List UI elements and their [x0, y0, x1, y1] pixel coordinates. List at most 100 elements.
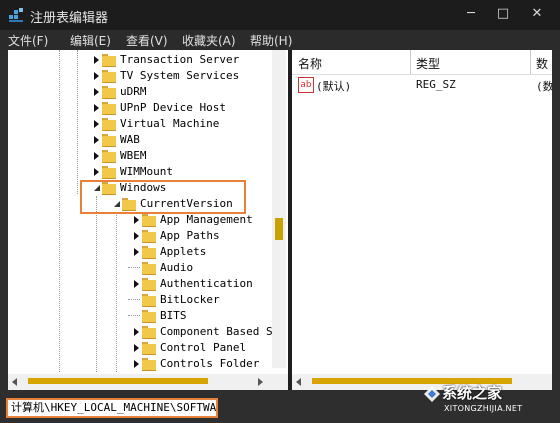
column-header-type[interactable]: 类型	[416, 55, 440, 72]
tree-item-label: WBEM	[120, 149, 147, 162]
tree-item[interactable]: Controls Folder	[8, 356, 288, 372]
tree-item-label: Transaction Server	[120, 53, 240, 66]
menu-edit[interactable]: 编辑(E)	[70, 32, 111, 49]
column-separator[interactable]	[410, 50, 411, 74]
tree-vertical-scrollbar[interactable]	[272, 50, 286, 368]
key-tree-pane[interactable]: Transaction Server TV System Services uDRM…	[8, 50, 288, 390]
tree-item-label: Authentication	[160, 277, 253, 290]
expand-arrow-icon[interactable]	[134, 360, 139, 368]
tree-item[interactable]: TV System Services	[8, 68, 288, 84]
tree-horizontal-scroll-thumb[interactable]	[28, 378, 208, 384]
folder-icon	[102, 102, 116, 115]
tree-item-label: BITS	[160, 309, 187, 322]
folder-icon	[102, 150, 116, 163]
tree-item-label: Audio	[160, 261, 194, 274]
tree-item[interactable]: UPnP Device Host	[8, 100, 288, 116]
folder-icon	[142, 262, 156, 275]
expand-arrow-icon[interactable]	[94, 104, 99, 112]
expand-arrow-icon[interactable]	[134, 232, 139, 240]
title-bar: 注册表编辑器 ─ □ ✕	[0, 0, 560, 30]
menu-bar: 文件(F) 编辑(E) 查看(V) 收藏夹(A) 帮助(H)	[0, 30, 560, 50]
tree-item[interactable]: BitLocker	[8, 292, 288, 308]
values-header: 名称 类型 数	[292, 50, 552, 75]
expand-arrow-icon[interactable]	[134, 328, 139, 336]
maximize-button[interactable]: □	[490, 4, 516, 24]
folder-icon	[102, 118, 116, 131]
menu-file[interactable]: 文件(F)	[8, 32, 48, 49]
expand-arrow-icon[interactable]	[94, 120, 99, 128]
tree-item[interactable]: Authentication	[8, 276, 288, 292]
watermark-text: 系统之家	[442, 384, 503, 402]
value-name: (默认)	[316, 80, 352, 93]
tree-item[interactable]: Audio	[8, 260, 288, 276]
expand-arrow-icon[interactable]	[94, 72, 99, 80]
highlight-box	[80, 180, 246, 214]
tree-item[interactable]: Control Panel	[8, 340, 288, 356]
tree-item[interactable]: Applets	[8, 244, 288, 260]
tree-item-label: App Management	[160, 213, 253, 226]
folder-icon	[142, 230, 156, 243]
expand-arrow-icon[interactable]	[94, 152, 99, 160]
expand-arrow-icon[interactable]	[94, 56, 99, 64]
tree-connector	[128, 315, 140, 317]
tree-item[interactable]: Component Based S	[8, 324, 288, 340]
tree-item[interactable]: Virtual Machine	[8, 116, 288, 132]
tree-item-label: Controls Folder	[160, 357, 260, 370]
tree-item-label: TV System Services	[120, 69, 240, 82]
tree-item-label: Control Panel	[160, 341, 247, 354]
menu-help[interactable]: 帮助(H)	[250, 32, 292, 49]
tree-item[interactable]: BITS	[8, 308, 288, 324]
column-separator[interactable]	[530, 50, 531, 74]
tree-item-label: Component Based S	[160, 325, 273, 338]
watermark-logo-icon	[424, 386, 440, 402]
tree-item[interactable]: WIMMount	[8, 164, 288, 180]
tree-item-label: UPnP Device Host	[120, 101, 226, 114]
tree-horizontal-scrollbar[interactable]	[8, 374, 288, 390]
expand-arrow-icon[interactable]	[134, 280, 139, 288]
column-header-data[interactable]: 数	[536, 55, 548, 72]
value-data: (数	[536, 80, 552, 93]
regedit-window: 注册表编辑器 ─ □ ✕ 文件(F) 编辑(E) 查看(V) 收藏夹(A) 帮助…	[0, 0, 560, 423]
scroll-left-icon[interactable]	[296, 378, 301, 386]
watermark-url: XITONGZHIJIA.NET	[444, 404, 523, 413]
tree-item-label: WAB	[120, 133, 140, 146]
values-pane[interactable]: 名称 类型 数 ab (默认) REG_SZ (数	[292, 50, 552, 390]
watermark: 系统之家 XITONGZHIJIA.NET	[422, 380, 554, 418]
regedit-app-icon	[9, 8, 23, 22]
tree-item[interactable]: WAB	[8, 132, 288, 148]
minimize-button[interactable]: ─	[458, 4, 484, 24]
scroll-right-icon[interactable]	[258, 378, 263, 386]
folder-icon	[102, 70, 116, 83]
folder-icon	[142, 310, 156, 323]
expand-arrow-icon[interactable]	[134, 248, 139, 256]
tree-item-label: WIMMount	[120, 165, 173, 178]
scroll-left-icon[interactable]	[12, 378, 17, 386]
close-button[interactable]: ✕	[524, 4, 550, 24]
window-title: 注册表编辑器	[30, 11, 109, 26]
tree-vertical-scroll-thumb[interactable]	[275, 218, 283, 240]
folder-icon	[142, 342, 156, 355]
tree-item-label: Virtual Machine	[120, 117, 220, 130]
tree-item-label: uDRM	[120, 85, 147, 98]
expand-arrow-icon[interactable]	[94, 136, 99, 144]
string-value-icon: ab	[298, 77, 314, 93]
tree-connector	[128, 299, 140, 301]
tree-item[interactable]: App Management	[8, 212, 288, 228]
menu-favorites[interactable]: 收藏夹(A)	[182, 32, 236, 49]
tree-item[interactable]: uDRM	[8, 84, 288, 100]
folder-icon	[102, 54, 116, 67]
tree-item[interactable]: App Paths	[8, 228, 288, 244]
value-row[interactable]: ab (默认) REG_SZ (数	[292, 76, 552, 94]
expand-arrow-icon[interactable]	[94, 168, 99, 176]
tree-item-label: App Paths	[160, 229, 220, 242]
expand-arrow-icon[interactable]	[134, 344, 139, 352]
folder-icon	[102, 86, 116, 99]
expand-arrow-icon[interactable]	[134, 216, 139, 224]
folder-icon	[142, 326, 156, 339]
folder-icon	[142, 278, 156, 291]
menu-view[interactable]: 查看(V)	[126, 32, 168, 49]
expand-arrow-icon[interactable]	[94, 88, 99, 96]
tree-item[interactable]: Transaction Server	[8, 52, 288, 68]
column-header-name[interactable]: 名称	[298, 55, 322, 72]
tree-item[interactable]: WBEM	[8, 148, 288, 164]
